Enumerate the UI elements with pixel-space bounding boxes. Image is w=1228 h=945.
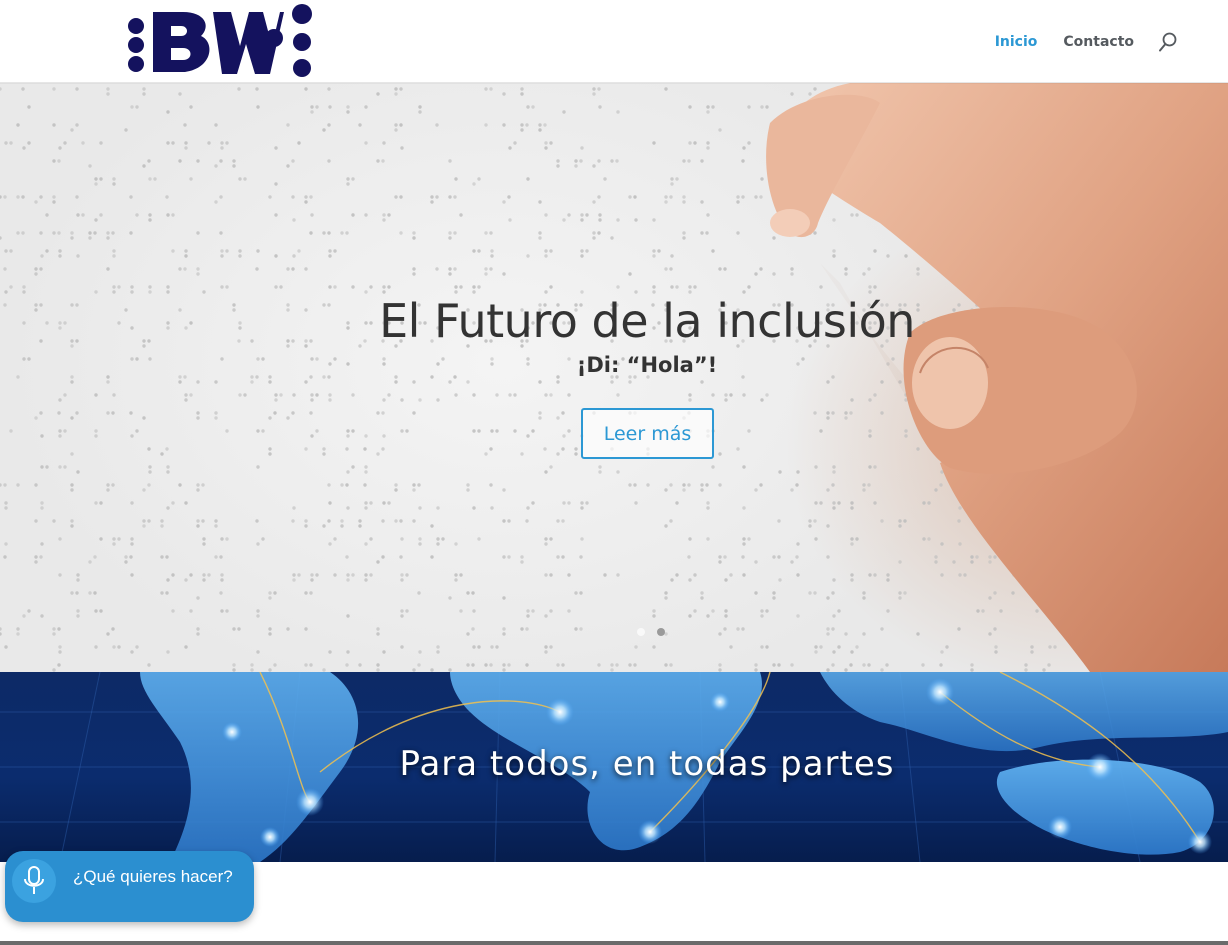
world-map-banner: Para todos, en todas partes — [0, 672, 1228, 862]
slider-dot-1[interactable] — [637, 628, 645, 636]
search-icon[interactable] — [1158, 31, 1178, 53]
brand-logo[interactable] — [125, 2, 315, 80]
voice-assistant-button[interactable]: ¿Qué quieres hacer? — [5, 851, 254, 922]
slider-pagination — [637, 628, 677, 636]
nav-link-inicio[interactable]: Inicio — [995, 32, 1038, 52]
site-header: Inicio Contacto — [0, 0, 1228, 83]
world-banner-title: Para todos, en todas partes — [399, 744, 895, 784]
hero-slider: El Futuro de la inclusión ¡Di: “Hola”! L… — [0, 83, 1228, 672]
slider-dot-2[interactable] — [657, 628, 665, 636]
microphone-icon — [12, 859, 56, 903]
bottom-divider — [0, 941, 1228, 945]
page: Inicio Contacto El Futuro de la inclusió… — [0, 0, 1228, 945]
hero-content: El Futuro de la inclusión ¡Di: “Hola”! L… — [0, 83, 1228, 672]
hero-subtitle: ¡Di: “Hola”! — [576, 353, 718, 377]
main-nav: Inicio Contacto — [969, 31, 1178, 53]
read-more-button[interactable]: Leer más — [581, 408, 714, 459]
nav-link-contacto[interactable]: Contacto — [1063, 32, 1134, 52]
voice-assistant-label: ¿Qué quieres hacer? — [73, 867, 233, 886]
hero-title: El Futuro de la inclusión — [379, 294, 915, 348]
